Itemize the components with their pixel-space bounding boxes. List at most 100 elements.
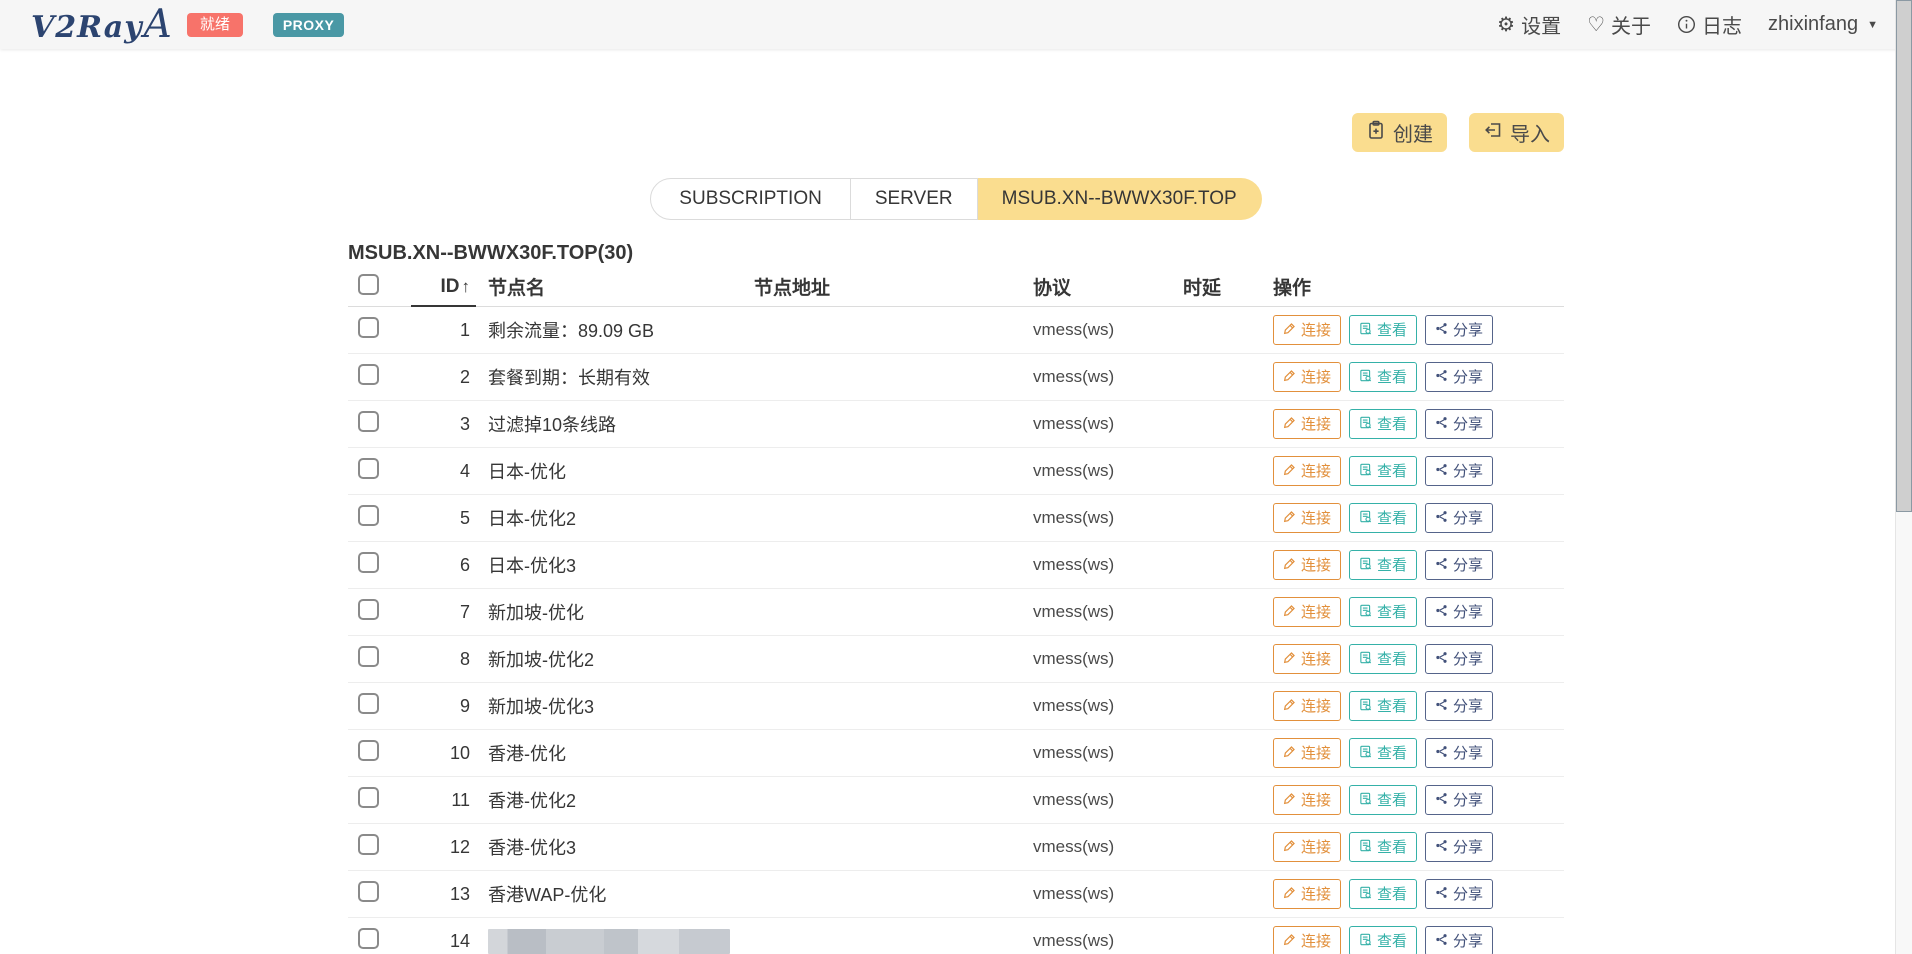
connect-button[interactable]: 连接 xyxy=(1273,832,1341,862)
tab-subscription[interactable]: SUBSCRIPTION xyxy=(650,178,851,220)
select-all-checkbox[interactable] xyxy=(358,274,379,295)
connect-button[interactable]: 连接 xyxy=(1273,362,1341,392)
row-id: 4 xyxy=(411,461,476,482)
pen-link-icon xyxy=(1283,416,1296,432)
tab-bar: SUBSCRIPTION SERVER MSUB.XN--BWWX30F.TOP xyxy=(348,178,1564,220)
row-name: 套餐到期：长期有效 xyxy=(476,364,747,390)
view-button[interactable]: 查看 xyxy=(1349,456,1417,486)
create-button[interactable]: 创建 xyxy=(1352,113,1447,152)
row-checkbox[interactable] xyxy=(358,317,379,338)
header-latency[interactable]: 时延 xyxy=(1183,273,1273,300)
import-button-label: 导入 xyxy=(1510,118,1550,147)
share-icon-button[interactable]: 分享 xyxy=(1425,926,1493,954)
row-checkbox[interactable] xyxy=(358,834,379,855)
share-icon-button[interactable]: 分享 xyxy=(1425,315,1493,345)
row-checkbox[interactable] xyxy=(358,740,379,761)
row-checkbox[interactable] xyxy=(358,881,379,902)
connect-button[interactable]: 连接 xyxy=(1273,879,1341,909)
pen-link-icon xyxy=(1283,745,1296,761)
file-find-icon xyxy=(1359,651,1372,667)
view-button[interactable]: 查看 xyxy=(1349,832,1417,862)
share-icon-button[interactable]: 分享 xyxy=(1425,456,1493,486)
connect-button[interactable]: 连接 xyxy=(1273,550,1341,580)
import-icon xyxy=(1483,120,1503,146)
row-checkbox[interactable] xyxy=(358,364,379,385)
share-icon-button[interactable]: 分享 xyxy=(1425,879,1493,909)
scrollbar[interactable] xyxy=(1895,0,1912,954)
proxy-mode-badge[interactable]: PROXY xyxy=(273,13,345,37)
row-actions: 连接 查看 xyxy=(1273,785,1564,815)
row-checkbox[interactable] xyxy=(358,505,379,526)
connect-button[interactable]: 连接 xyxy=(1273,926,1341,954)
table-body: 1 剩余流量：89.09 GB vmess(ws) 连接 xyxy=(348,307,1564,954)
row-checkbox[interactable] xyxy=(358,552,379,573)
pen-link-icon xyxy=(1283,463,1296,479)
share-icon-button[interactable]: 分享 xyxy=(1425,691,1493,721)
row-name: 过滤掉10条线路 xyxy=(476,411,747,437)
row-checkbox[interactable] xyxy=(358,411,379,432)
view-button[interactable]: 查看 xyxy=(1349,550,1417,580)
share-icon-button[interactable]: 分享 xyxy=(1425,644,1493,674)
tab-msub-active[interactable]: MSUB.XN--BWWX30F.TOP xyxy=(978,178,1262,220)
share-icon-button[interactable]: 分享 xyxy=(1425,409,1493,439)
header-id[interactable]: ID↑ xyxy=(411,276,476,298)
tab-server[interactable]: SERVER xyxy=(851,178,978,220)
info-icon xyxy=(1677,15,1696,34)
nav-log[interactable]: 日志 xyxy=(1677,10,1742,39)
connect-button[interactable]: 连接 xyxy=(1273,503,1341,533)
row-checkbox[interactable] xyxy=(358,693,379,714)
connect-button[interactable]: 连接 xyxy=(1273,456,1341,486)
view-button[interactable]: 查看 xyxy=(1349,785,1417,815)
connect-button[interactable]: 连接 xyxy=(1273,644,1341,674)
share-nodes-icon xyxy=(1435,792,1448,808)
view-button[interactable]: 查看 xyxy=(1349,362,1417,392)
connect-button[interactable]: 连接 xyxy=(1273,597,1341,627)
header-name[interactable]: 节点名 xyxy=(476,273,747,300)
share-icon-button[interactable]: 分享 xyxy=(1425,785,1493,815)
import-button[interactable]: 导入 xyxy=(1469,113,1564,152)
row-checkbox[interactable] xyxy=(358,458,379,479)
row-checkbox[interactable] xyxy=(358,928,379,949)
view-button[interactable]: 查看 xyxy=(1349,644,1417,674)
share-icon-button[interactable]: 分享 xyxy=(1425,362,1493,392)
share-icon-button[interactable]: 分享 xyxy=(1425,597,1493,627)
share-icon-button[interactable]: 分享 xyxy=(1425,738,1493,768)
header-protocol[interactable]: 协议 xyxy=(1033,273,1183,300)
share-nodes-icon xyxy=(1435,698,1448,714)
row-checkbox[interactable] xyxy=(358,646,379,667)
view-button[interactable]: 查看 xyxy=(1349,738,1417,768)
view-button[interactable]: 查看 xyxy=(1349,691,1417,721)
connect-button[interactable]: 连接 xyxy=(1273,691,1341,721)
table-row: 1 剩余流量：89.09 GB vmess(ws) 连接 xyxy=(348,307,1564,354)
app-logo[interactable]: V2RayA xyxy=(31,5,173,44)
connect-button[interactable]: 连接 xyxy=(1273,785,1341,815)
row-checkbox[interactable] xyxy=(358,787,379,808)
table-row: 6 日本-优化3 vmess(ws) 连接 xyxy=(348,542,1564,589)
connect-button[interactable]: 连接 xyxy=(1273,738,1341,768)
view-button[interactable]: 查看 xyxy=(1349,879,1417,909)
file-find-icon xyxy=(1359,933,1372,949)
row-checkbox[interactable] xyxy=(358,599,379,620)
view-button[interactable]: 查看 xyxy=(1349,597,1417,627)
table-header: ID↑ 节点名 节点地址 协议 时延 操作 xyxy=(348,267,1564,307)
file-find-icon xyxy=(1359,604,1372,620)
share-icon-button[interactable]: 分享 xyxy=(1425,550,1493,580)
share-icon-button[interactable]: 分享 xyxy=(1425,503,1493,533)
row-actions: 连接 查看 xyxy=(1273,597,1564,627)
nav-about[interactable]: ♡ 关于 xyxy=(1587,10,1651,39)
view-button[interactable]: 查看 xyxy=(1349,926,1417,954)
nav-settings[interactable]: ⚙ 设置 xyxy=(1497,10,1561,39)
row-actions: 连接 查看 xyxy=(1273,738,1564,768)
connect-button[interactable]: 连接 xyxy=(1273,409,1341,439)
scrollbar-thumb[interactable] xyxy=(1896,0,1912,512)
user-menu[interactable]: zhixinfang ▼ xyxy=(1768,13,1878,36)
header-address[interactable]: 节点地址 xyxy=(747,273,1033,300)
table-row: 8 新加坡-优化2 vmess(ws) 连接 xyxy=(348,636,1564,683)
row-id: 12 xyxy=(411,837,476,858)
connect-button[interactable]: 连接 xyxy=(1273,315,1341,345)
share-icon-button[interactable]: 分享 xyxy=(1425,832,1493,862)
row-protocol: vmess(ws) xyxy=(1033,414,1183,434)
view-button[interactable]: 查看 xyxy=(1349,315,1417,345)
view-button[interactable]: 查看 xyxy=(1349,503,1417,533)
view-button[interactable]: 查看 xyxy=(1349,409,1417,439)
